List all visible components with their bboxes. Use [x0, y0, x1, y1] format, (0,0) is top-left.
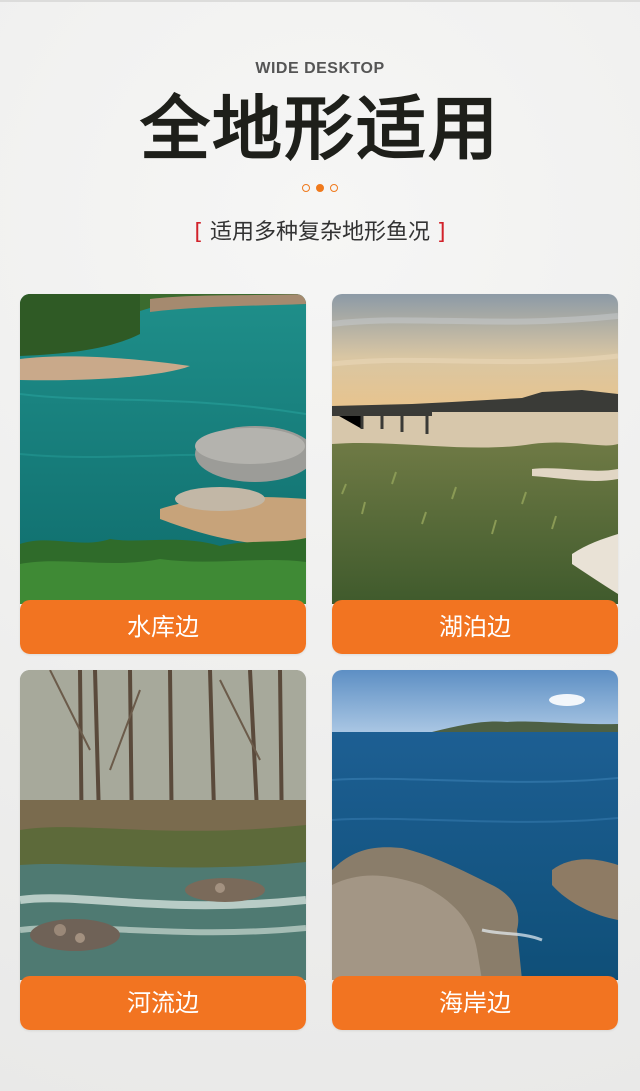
top-divider	[0, 0, 640, 2]
page-title: 全地形适用	[140, 88, 500, 170]
page: WIDE DESKTOP 全地形适用 [ 适用多种复杂地形鱼况 ] 水库边 湖泊…	[0, 0, 640, 1091]
dot-icon	[316, 184, 324, 192]
dot-icon	[330, 184, 338, 192]
tagline-bracket-close: ]	[437, 220, 446, 245]
terrain-label-coast: 海岸边	[332, 976, 618, 1030]
tagline: [ 适用多种复杂地形鱼况 ]	[0, 214, 640, 246]
terrain-label-reservoir: 水库边	[20, 600, 306, 654]
terrain-label-lake: 湖泊边	[332, 600, 618, 654]
river-photo	[20, 670, 306, 980]
terrain-card-lake: 湖泊边	[332, 294, 618, 654]
tagline-bracket-open: [	[194, 220, 203, 245]
terrain-card-coast: 海岸边	[332, 670, 618, 1030]
decorative-dots	[0, 184, 640, 196]
tagline-text: 适用多种复杂地形鱼况	[209, 220, 430, 245]
english-subtitle: WIDE DESKTOP	[255, 60, 385, 77]
terrain-card-reservoir: 水库边	[20, 294, 306, 654]
coast-photo	[332, 670, 618, 980]
reservoir-photo	[20, 294, 306, 604]
lake-photo	[332, 294, 618, 604]
terrain-label-river: 河流边	[20, 976, 306, 1030]
terrain-card-river: 河流边	[20, 670, 306, 1030]
dot-icon	[302, 184, 310, 192]
